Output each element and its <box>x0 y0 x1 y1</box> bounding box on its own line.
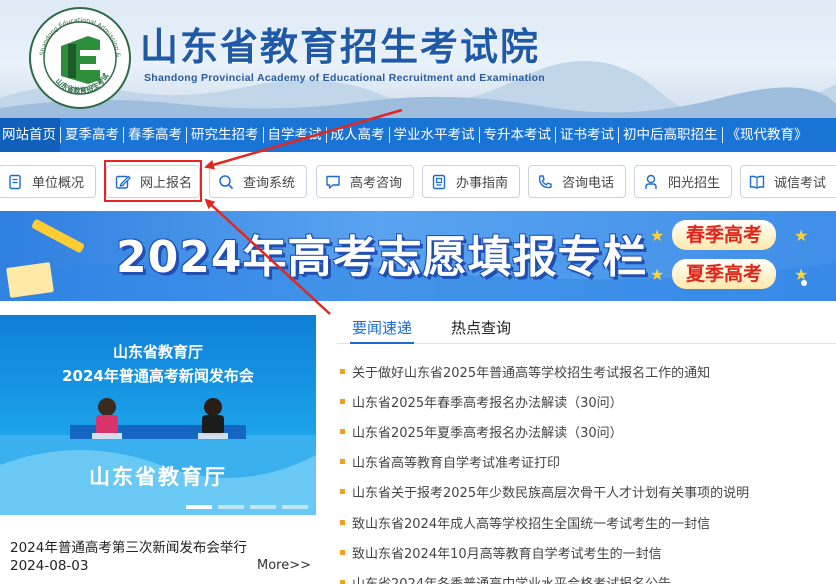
search-icon <box>219 174 234 189</box>
star-icon: ★ <box>650 226 665 245</box>
list-item[interactable]: 山东省关于报考2025年少数民族高层次骨干人才计划有关事项的说明 <box>340 477 836 507</box>
nav-modern-education[interactable]: 《现代教育》 <box>723 118 812 152</box>
list-item[interactable]: 山东省2024年冬季普通高中学业水平合格考试报名公告 <box>340 567 836 584</box>
carousel-dot[interactable] <box>218 505 244 509</box>
carousel-dot[interactable] <box>282 505 308 509</box>
nav-separator <box>388 127 390 143</box>
carousel-dots <box>186 505 308 509</box>
tab-hot-query[interactable]: 热点查询 <box>451 317 511 344</box>
star-icon: ★ <box>650 265 665 284</box>
bullet-icon <box>340 428 345 434</box>
guide-icon <box>432 174 446 189</box>
quick-link-query-system[interactable]: 查询系统 <box>209 165 307 198</box>
spring-exam-link[interactable]: 春季高考 <box>672 220 777 250</box>
user-icon <box>645 174 657 189</box>
news-list: 关于做好山东省2025年普通高等学校招生考试报名工作的通知 山东省2025年春季… <box>340 356 836 584</box>
nav-self-study[interactable]: 自学考试 <box>264 118 326 152</box>
academy-logo[interactable]: Shandong Educational Admission & Examina… <box>28 6 132 110</box>
carousel-dot[interactable] <box>250 505 276 509</box>
quick-link-label: 咨询电话 <box>562 176 615 191</box>
phone-icon <box>538 174 552 188</box>
nav-separator <box>325 127 327 143</box>
highlight-box <box>104 160 202 202</box>
list-item[interactable]: 山东省2025年春季高考报名办法解读（30问） <box>340 386 836 416</box>
news-tabs: 要闻速递 热点查询 <box>337 314 836 344</box>
featured-caption[interactable]: 2024年普通高考第三次新闻发布会举行 <box>10 536 247 556</box>
list-item[interactable]: 致山东省2024年成人高等学校招生全国统一考试考生的一封信 <box>340 507 836 537</box>
featured-date: 2024-08-03 <box>10 558 89 574</box>
quick-link-sunshine-admission[interactable]: 阳光招生 <box>634 165 732 198</box>
press-event: 2024年普通高考新闻发布会 <box>62 367 254 385</box>
quick-link-integrity-exam[interactable]: 诚信考试 <box>740 165 836 198</box>
nav-graduate[interactable]: 研究生招考 <box>187 118 263 152</box>
nav-adult-exam[interactable]: 成人高考 <box>327 118 389 152</box>
list-item[interactable]: 山东省高等教育自学考试准考证打印 <box>340 447 836 477</box>
featured-news-image[interactable]: 山东省教育厅 2024年普通高考新闻发布会 山东省教育厅 <box>0 315 316 515</box>
tab-news-express[interactable]: 要闻速递 <box>350 317 415 344</box>
bullet-icon <box>340 459 345 465</box>
news-title: 致山东省2024年成人高等学校招生全国统一考试考生的一封信 <box>352 516 711 532</box>
document-icon <box>9 174 21 189</box>
nav-certificate[interactable]: 证书考试 <box>556 118 618 152</box>
site-title: 山东省教育招生考试院 <box>140 25 541 69</box>
quick-link-label: 诚信考试 <box>774 176 827 191</box>
news-title: 山东省关于报考2025年少数民族高层次骨干人才计划有关事项的说明 <box>352 486 750 502</box>
news-title: 致山东省2024年10月高等教育自学考试考生的一封信 <box>352 546 662 562</box>
press-bottom-text: 山东省教育厅 <box>89 465 227 489</box>
site-subtitle: Shandong Provincial Academy of Education… <box>144 72 546 84</box>
news-title: 山东省2024年冬季普通高中学业水平合格考试报名公告 <box>352 573 671 584</box>
nav-spring-exam[interactable]: 春季高考 <box>124 118 186 152</box>
quick-link-guide[interactable]: 办事指南 <box>422 165 520 198</box>
bullet-icon <box>340 398 345 404</box>
quick-link-label: 办事指南 <box>456 176 509 191</box>
star-icon: ★ <box>794 226 809 245</box>
more-link[interactable]: More>> <box>257 558 311 573</box>
banner-title: 2024年高考志愿填报专栏 <box>116 232 648 283</box>
list-item[interactable]: 关于做好山东省2025年普通高等学校招生考试报名工作的通知 <box>340 356 836 386</box>
nav-separator <box>721 127 723 143</box>
quick-link-label: 单位概况 <box>32 176 85 191</box>
quick-link-label: 高考咨询 <box>350 176 403 191</box>
carousel-dot[interactable] <box>186 505 212 509</box>
list-item[interactable]: 山东省2025年夏季高考报名办法解读（30问） <box>340 416 836 446</box>
news-title: 关于做好山东省2025年普通高等学校招生考试报名工作的通知 <box>352 365 711 381</box>
bullet-icon <box>340 368 345 374</box>
nav-summer-exam[interactable]: 夏季高考 <box>61 118 123 152</box>
book-icon <box>749 175 765 189</box>
quick-link-label: 阳光招生 <box>668 176 721 191</box>
chat-icon <box>326 175 340 189</box>
summer-exam-link[interactable]: 夏季高考 <box>672 259 777 289</box>
nav-vocational[interactable]: 初中后高职招生 <box>619 118 722 152</box>
bullet-icon <box>340 489 345 495</box>
nav-home[interactable]: 网站首页 <box>0 118 60 152</box>
nav-separator <box>478 127 480 143</box>
news-title: 山东省2025年春季高考报名办法解读（30问） <box>352 395 623 411</box>
news-title: 山东省2025年夏季高考报名办法解读（30问） <box>352 425 623 441</box>
nav-separator <box>186 127 187 143</box>
main-nav: 网站首页 夏季高考 春季高考 研究生招考 自学考试 成人高考 学业水平考试 专升… <box>0 118 836 152</box>
nav-separator <box>123 127 124 143</box>
volunteer-banner[interactable]: 2024年高考志愿填报专栏 ★ ★ ★ ★ 春季高考 夏季高考 <box>0 211 836 301</box>
press-org: 山东省教育厅 <box>112 343 203 361</box>
star-icon: ★ <box>794 265 809 284</box>
quick-link-overview[interactable]: 单位概况 <box>0 165 96 198</box>
nav-academic-level[interactable]: 学业水平考试 <box>390 118 479 152</box>
quick-link-hotline[interactable]: 咨询电话 <box>528 165 626 198</box>
nav-separator <box>60 127 61 143</box>
bullet-icon <box>340 519 345 525</box>
nav-separator <box>555 127 556 143</box>
nav-upgrade-exam[interactable]: 专升本考试 <box>480 118 556 152</box>
nav-separator <box>618 127 619 143</box>
bullet-icon <box>340 579 345 584</box>
bullet-icon <box>340 549 345 555</box>
nav-separator <box>262 127 264 143</box>
list-item[interactable]: 致山东省2024年10月高等教育自学考试考生的一封信 <box>340 537 836 567</box>
site-header: Shandong Educational Admission & Examina… <box>0 0 836 118</box>
quick-link-label: 查询系统 <box>243 176 296 191</box>
news-title: 山东省高等教育自学考试准考证打印 <box>352 456 561 472</box>
quick-link-exam-consult[interactable]: 高考咨询 <box>316 165 414 198</box>
